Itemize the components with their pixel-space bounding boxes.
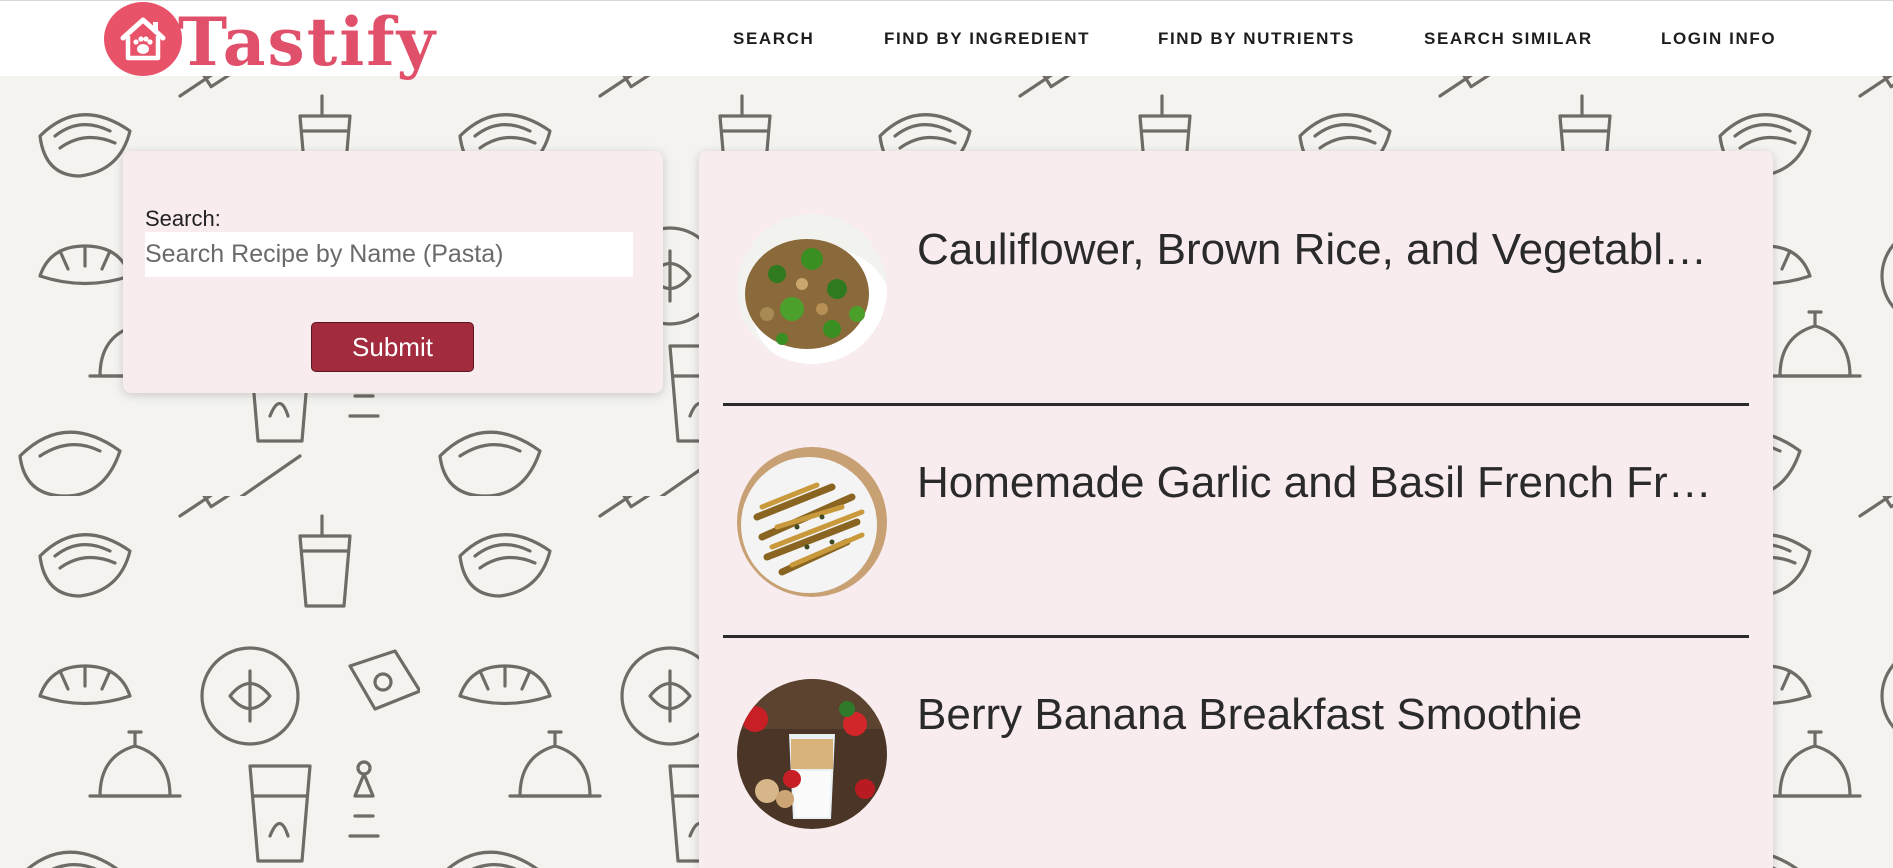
recipe-title: Cauliflower, Brown Rice, and Vegetable F…	[917, 225, 1717, 274]
recipe-list-item[interactable]: Homemade Garlic and Basil French Fries	[723, 384, 1749, 616]
recipe-image	[737, 447, 887, 597]
nav-search-similar[interactable]: SEARCH SIMILAR	[1424, 29, 1593, 49]
main-nav: SEARCH FIND BY INGREDIENT FIND BY NUTRIE…	[0, 1, 1893, 77]
search-label: Search:	[145, 206, 221, 231]
recipe-list-item[interactable]: Berry Banana Breakfast Smoothie	[723, 616, 1749, 848]
search-input[interactable]	[145, 232, 633, 277]
recipe-list-item[interactable]: Cauliflower, Brown Rice, and Vegetable F…	[723, 151, 1749, 383]
recipe-title: Homemade Garlic and Basil French Fries	[917, 458, 1717, 507]
nav-find-by-ingredient[interactable]: FIND BY INGREDIENT	[884, 29, 1090, 49]
site-header: Tastify SEARCH FIND BY INGREDIENT FIND B…	[0, 0, 1893, 76]
nav-find-by-nutrients[interactable]: FIND BY NUTRIENTS	[1158, 29, 1355, 49]
submit-button[interactable]: Submit	[311, 322, 474, 372]
results-list: Cauliflower, Brown Rice, and Vegetable F…	[699, 151, 1773, 868]
search-panel: Search: Submit	[123, 151, 663, 393]
nav-search[interactable]: SEARCH	[733, 29, 814, 49]
nav-login-info[interactable]: LOGIN INFO	[1661, 29, 1776, 49]
recipe-title: Berry Banana Breakfast Smoothie	[917, 690, 1583, 739]
recipe-image	[737, 679, 887, 829]
recipe-image	[737, 214, 887, 364]
